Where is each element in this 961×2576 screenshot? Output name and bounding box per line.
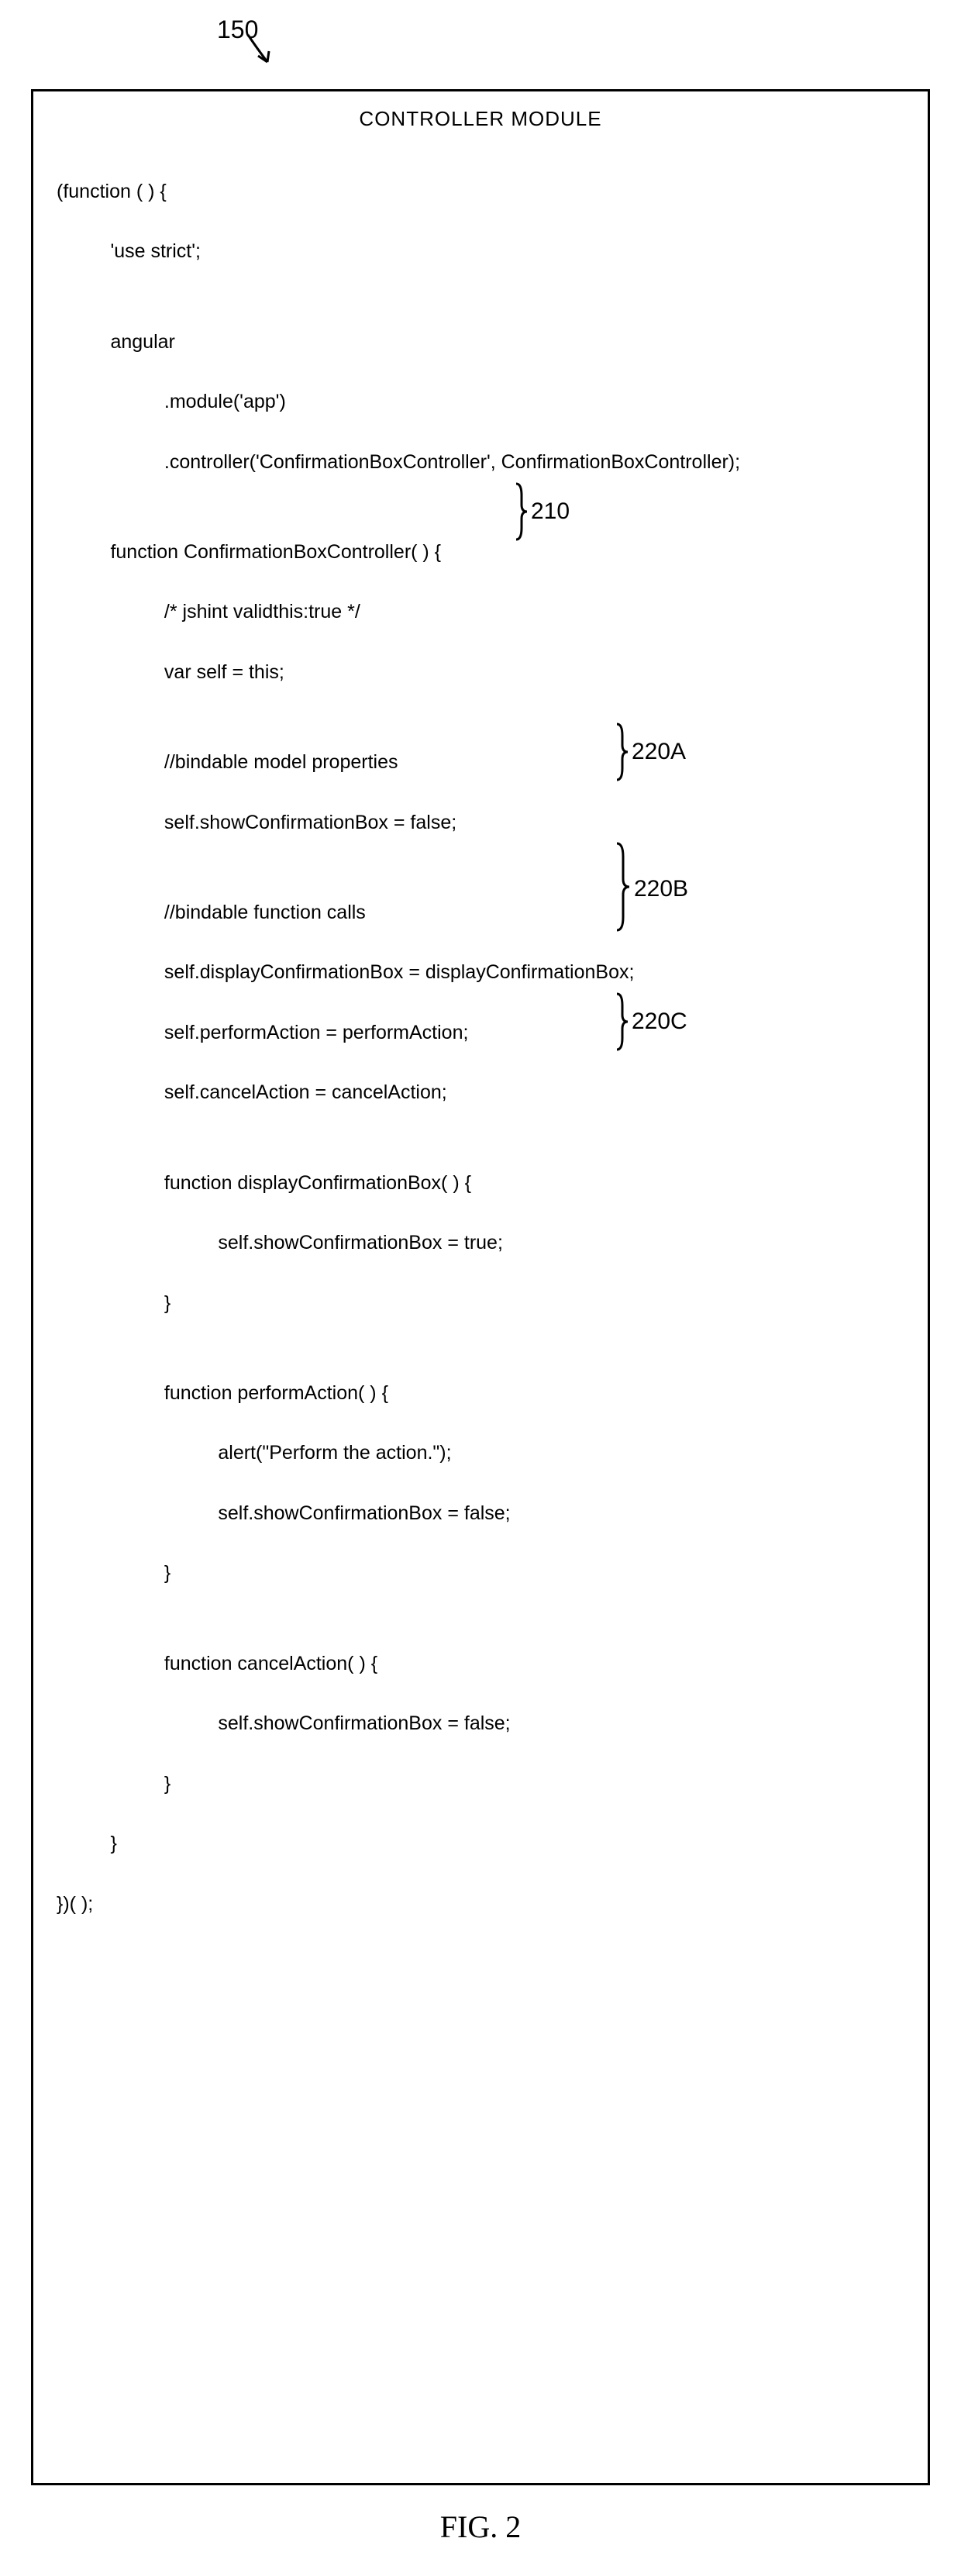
brace-icon xyxy=(615,991,630,1052)
code-line: self.showConfirmationBox = false; xyxy=(57,1498,904,1529)
code-line: .controller('ConfirmationBoxController',… xyxy=(57,447,904,478)
code-line: self.showConfirmationBox = false; xyxy=(57,808,904,838)
code-line: //bindable function calls xyxy=(57,898,904,928)
code-line: self.displayConfirmationBox = displayCon… xyxy=(57,957,904,988)
code-line: } xyxy=(57,1558,904,1588)
code-line: 'use strict'; xyxy=(57,236,904,267)
code-line: function displayConfirmationBox( ) { xyxy=(57,1168,904,1198)
code-line: /* jshint validthis:true */ xyxy=(57,597,904,627)
code-line: self.showConfirmationBox = true; xyxy=(57,1228,904,1258)
code-line: //bindable model properties xyxy=(57,747,904,778)
code-line: (function ( ) { xyxy=(57,177,904,207)
code-line: })( ); xyxy=(57,1889,904,1919)
box-title: CONTROLLER MODULE xyxy=(57,107,904,131)
brace-icon xyxy=(615,722,630,782)
code-line: angular xyxy=(57,327,904,357)
code-line: self.cancelAction = cancelAction; xyxy=(57,1078,904,1108)
controller-module-box: CONTROLLER MODULE (function ( ) { 'use s… xyxy=(31,89,930,2485)
figure-caption: FIG. 2 xyxy=(31,2509,930,2545)
code-line: var self = this; xyxy=(57,657,904,688)
code-line: } xyxy=(57,1288,904,1319)
callout-220b: 220B xyxy=(634,871,688,908)
code-line: function performAction( ) { xyxy=(57,1378,904,1409)
code-line: function ConfirmationBoxController( ) { xyxy=(57,537,904,567)
code-line: self.performAction = performAction; xyxy=(57,1018,904,1048)
brace-icon xyxy=(615,841,632,933)
code-line: function cancelAction( ) { xyxy=(57,1649,904,1679)
code-line: alert("Perform the action."); xyxy=(57,1438,904,1468)
arrow-icon xyxy=(244,31,291,78)
code-line: } xyxy=(57,1829,904,1859)
brace-icon xyxy=(514,481,529,542)
callout-220c: 220C xyxy=(632,1004,687,1040)
code-block: (function ( ) { 'use strict'; angular .m… xyxy=(57,147,904,2460)
code-line: } xyxy=(57,1769,904,1799)
callout-210: 210 xyxy=(531,494,570,530)
code-line: self.showConfirmationBox = false; xyxy=(57,1709,904,1739)
callout-220a: 220A xyxy=(632,734,686,771)
code-line: .module('app') xyxy=(57,387,904,417)
